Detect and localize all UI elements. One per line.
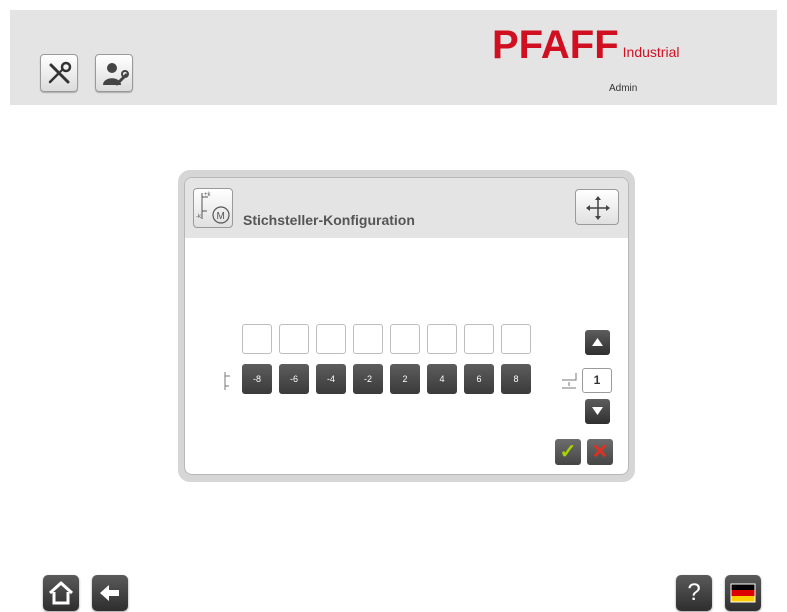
stitch-counter-value[interactable]: 1 [582,368,612,393]
german-flag-icon [730,583,756,603]
stitch-slot-5[interactable] [390,324,420,354]
header-bar: PFAFF Industrial Admin [10,10,777,105]
checkmark-icon: ✓ [559,441,577,463]
brand-logo: PFAFF Industrial [492,25,679,65]
stitch-slot-3[interactable] [316,324,346,354]
step-button-minus-2[interactable]: -2 [353,364,383,394]
app-window: PFAFF Industrial Admin +k -k M Stichstel… [0,0,787,612]
brand-name: PFAFF [492,23,619,67]
close-icon: ✕ [591,441,609,463]
tools-button[interactable] [40,54,78,92]
user-settings-button[interactable] [95,54,133,92]
help-icon: ? [687,579,701,606]
svg-text:M: M [217,211,225,222]
stitch-config-dialog: +k -k M Stichsteller-Konfiguration -8 -6… [184,177,629,475]
back-button[interactable] [92,575,128,611]
step-button-minus-8[interactable]: -8 [242,364,272,394]
stitch-slot-8[interactable] [501,324,531,354]
increment-button[interactable] [585,330,610,355]
user-settings-icon [103,63,129,86]
brand-suffix: Industrial [622,44,680,60]
stitch-position-icon [562,373,577,389]
move-icon [586,196,610,220]
decrement-button[interactable] [585,399,610,424]
arrow-up-icon [592,338,603,346]
home-button[interactable] [43,575,79,611]
move-dialog-button[interactable] [575,189,619,225]
dialog-header: +k -k M Stichsteller-Konfiguration [185,178,628,238]
step-button-minus-6[interactable]: -6 [279,364,309,394]
cancel-button[interactable]: ✕ [587,439,613,465]
back-arrow-icon [100,585,119,601]
stitch-length-icon [224,372,230,390]
step-button-6[interactable]: 6 [464,364,494,394]
step-button-4[interactable]: 4 [427,364,457,394]
step-button-8[interactable]: 8 [501,364,531,394]
home-icon [48,581,74,605]
arrow-down-icon [592,407,603,415]
svg-text:-k: -k [196,214,202,220]
svg-text:+k: +k [204,192,212,198]
stitch-slot-1[interactable] [242,324,272,354]
stitch-slot-7[interactable] [464,324,494,354]
step-button-minus-4[interactable]: -4 [316,364,346,394]
step-button-2[interactable]: 2 [390,364,420,394]
confirm-button[interactable]: ✓ [555,439,581,465]
language-button[interactable] [725,575,761,611]
stitch-slot-6[interactable] [427,324,457,354]
stitch-slot-4[interactable] [353,324,383,354]
current-user: Admin [609,83,638,94]
tools-icon [48,61,72,84]
stitch-motor-icon: +k -k M [193,188,233,228]
help-button[interactable]: ? [676,575,712,611]
stitch-slot-2[interactable] [279,324,309,354]
dialog-title: Stichsteller-Konfiguration [243,212,415,228]
